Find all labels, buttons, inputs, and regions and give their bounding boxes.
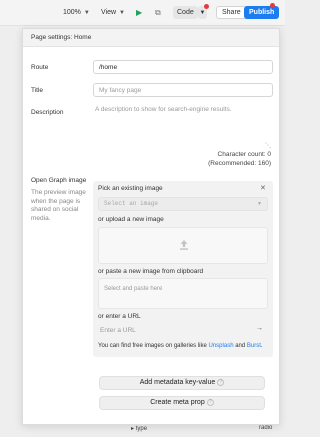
add-metadata-label: Add metadata key-value xyxy=(139,379,216,386)
description-label: Description xyxy=(31,109,64,116)
view-label: View xyxy=(101,9,117,16)
background-radio-label: radio xyxy=(259,425,273,431)
notification-dot xyxy=(270,3,275,8)
og-image-label: Open Graph image xyxy=(31,177,87,184)
gallery-note-period: . xyxy=(260,343,263,349)
gallery-note-and: and xyxy=(235,343,246,349)
upload-image-title: or upload a new image xyxy=(98,216,164,223)
chevron-down-icon: ▼ xyxy=(199,10,206,16)
character-count: Character count: 0 (Recommended: 160) xyxy=(208,151,271,168)
route-input[interactable] xyxy=(93,60,273,74)
zoom-value: 100% xyxy=(63,9,81,16)
upload-icon xyxy=(180,240,188,250)
view-dropdown[interactable]: View ▼ xyxy=(101,6,125,20)
upload-dropzone[interactable] xyxy=(98,227,268,264)
help-icon[interactable]: ? xyxy=(217,378,225,386)
page-settings-panel: Page settings: Home Route Title Descript… xyxy=(22,28,280,425)
zoom-dropdown[interactable]: 100% ▼ xyxy=(63,6,90,20)
paste-area[interactable]: Select and paste here xyxy=(98,278,268,309)
add-metadata-button[interactable]: Add metadata key-value? xyxy=(99,376,265,390)
play-icon[interactable]: ▶ xyxy=(136,6,142,20)
unsplash-link[interactable]: Unsplash xyxy=(209,343,234,349)
image-select-placeholder: Select an image xyxy=(104,200,159,207)
type-text: type xyxy=(135,426,148,432)
og-image-box: ✕ Pick an existing image Select an image… xyxy=(93,181,273,357)
notification-dot xyxy=(204,4,209,9)
pick-image-title: Pick an existing image xyxy=(98,185,163,192)
title-input[interactable] xyxy=(93,83,273,97)
share-button[interactable]: Share xyxy=(216,6,247,19)
arrow-right-icon[interactable]: → xyxy=(256,325,263,332)
chevron-down-icon: ▼ xyxy=(83,10,90,16)
recommended-count-text: (Recommended: 160) xyxy=(208,159,271,167)
resize-handle-icon[interactable]: ⋱ xyxy=(265,142,271,149)
title-label: Title xyxy=(31,87,44,94)
og-image-help: The preview image when the page is share… xyxy=(31,189,86,222)
chevron-down-icon: ▼ xyxy=(119,10,125,16)
paste-image-title: or paste a new image from clipboard xyxy=(98,268,204,275)
publish-button[interactable]: Publish xyxy=(244,6,280,19)
description-textarea[interactable] xyxy=(93,106,273,146)
route-label: Route xyxy=(31,64,49,71)
gallery-note: You can find free images on galleries li… xyxy=(98,343,263,349)
url-input[interactable] xyxy=(98,323,268,337)
image-select[interactable]: Select an image ▼ xyxy=(98,197,268,211)
close-icon[interactable]: ✕ xyxy=(260,184,266,192)
create-meta-prop-label: Create meta prop xyxy=(150,399,205,406)
url-title: or enter a URL xyxy=(98,313,141,320)
top-toolbar: 100% ▼ View ▼ ▶ ⧉ Code ▼ Share Publish xyxy=(0,0,285,26)
panel-title: Page settings: Home xyxy=(31,34,92,41)
gallery-note-text: You can find free images on galleries li… xyxy=(98,343,207,349)
external-link-icon[interactable]: ⧉ xyxy=(155,6,161,20)
burst-link[interactable]: Burst xyxy=(247,343,261,349)
help-icon[interactable]: ? xyxy=(206,398,214,406)
character-count-text: Character count: 0 xyxy=(217,151,271,158)
chevron-down-icon: ▼ xyxy=(257,201,262,207)
code-button[interactable]: Code xyxy=(173,6,198,19)
create-meta-prop-button[interactable]: Create meta prop? xyxy=(99,396,265,410)
panel-header: Page settings: Home xyxy=(23,29,279,47)
background-type-label: ▸ type xyxy=(131,426,148,432)
